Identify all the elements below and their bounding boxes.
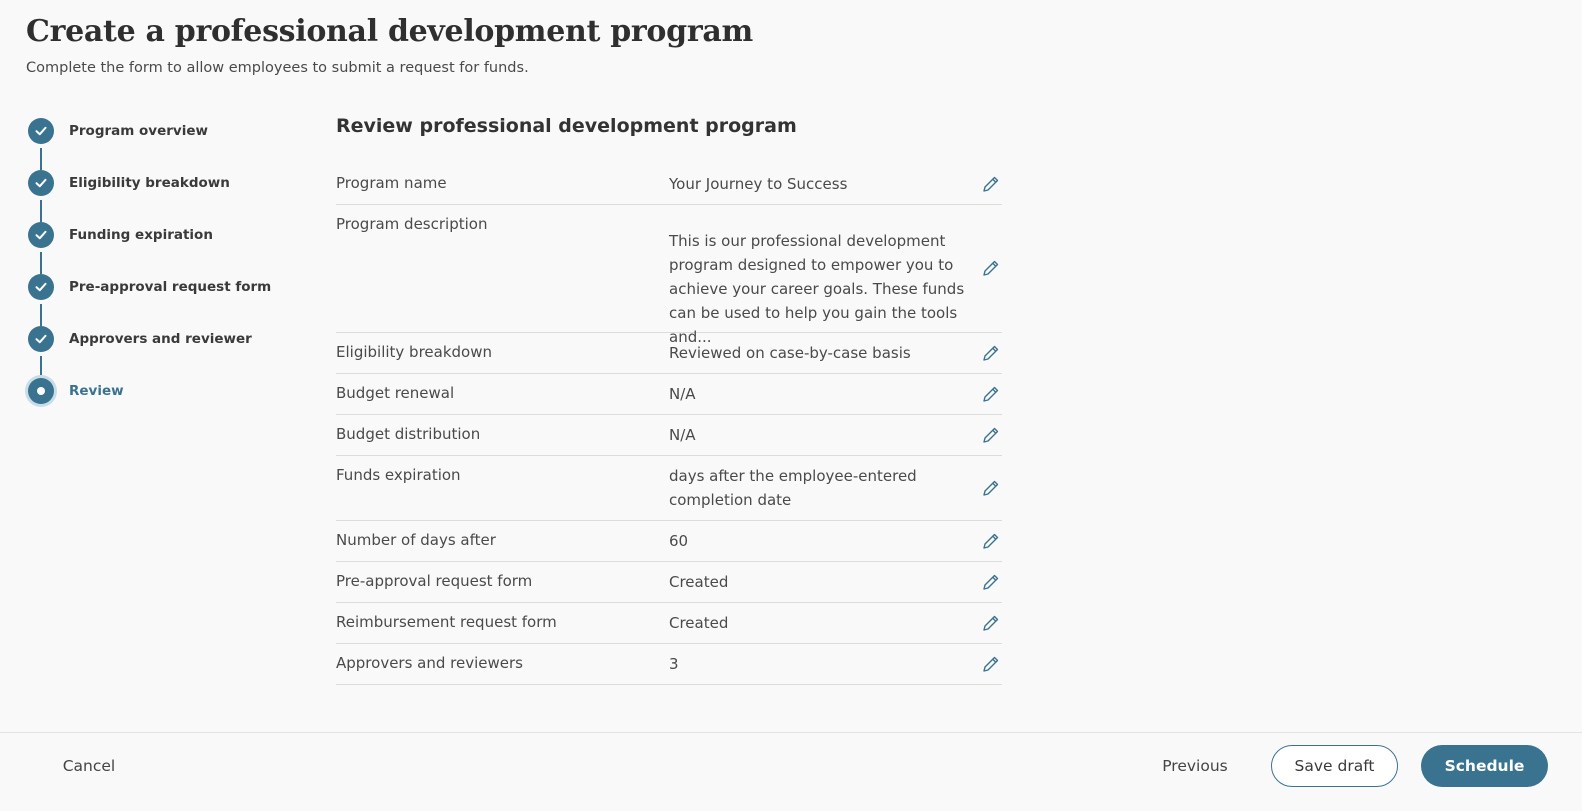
step-program-overview[interactable]: Program overview [28, 118, 288, 144]
step-connector [40, 200, 42, 222]
review-row-approvers-and-reviewers: Approvers and reviewers 3 [336, 644, 1002, 685]
pencil-icon[interactable] [980, 653, 1002, 675]
row-value: 3 [669, 655, 679, 673]
pencil-icon[interactable] [980, 342, 1002, 364]
step-label: Pre-approval request form [69, 279, 272, 295]
row-label: Budget renewal [336, 384, 455, 402]
pencil-icon[interactable] [980, 530, 1002, 552]
step-connector [40, 356, 42, 378]
pencil-icon[interactable] [980, 477, 1002, 499]
row-label: Budget distribution [336, 425, 481, 443]
row-value: This is our professional development pro… [669, 232, 965, 346]
pencil-icon[interactable] [980, 612, 1002, 634]
step-pre-approval-request-form[interactable]: Pre-approval request form [28, 274, 288, 300]
page-subtitle: Complete the form to allow employees to … [26, 60, 529, 76]
review-row-reimbursement-request-form: Reimbursement request form Created [336, 603, 1002, 644]
schedule-button[interactable]: Schedule [1421, 745, 1548, 787]
review-row-number-of-days-after: Number of days after 60 [336, 521, 1002, 562]
step-connector [40, 148, 42, 170]
review-row-budget-distribution: Budget distribution N/A [336, 415, 1002, 456]
pencil-icon[interactable] [980, 173, 1002, 195]
row-value: Reviewed on case-by-case basis [669, 344, 911, 362]
step-label: Program overview [69, 123, 208, 139]
page-title: Create a professional development progra… [26, 14, 753, 49]
save-draft-button[interactable]: Save draft [1271, 745, 1398, 787]
row-label: Reimbursement request form [336, 613, 557, 631]
step-label: Eligibility breakdown [69, 175, 230, 191]
review-row-pre-approval-request-form: Pre-approval request form Created [336, 562, 1002, 603]
check-icon [28, 170, 54, 196]
step-connector [40, 252, 42, 274]
row-value: N/A [669, 426, 696, 444]
review-row-eligibility-breakdown: Eligibility breakdown Reviewed on case-b… [336, 333, 1002, 374]
step-label: Funding expiration [69, 227, 213, 243]
pencil-icon[interactable] [980, 257, 1002, 279]
row-label: Eligibility breakdown [336, 343, 492, 361]
review-table: Program name Your Journey to Success Pro… [336, 164, 1002, 685]
row-value: days after the employee-entered completi… [669, 467, 917, 509]
row-label: Funds expiration [336, 466, 461, 484]
row-value: 60 [669, 532, 689, 550]
step-approvers-and-reviewer[interactable]: Approvers and reviewer [28, 326, 288, 352]
check-icon [28, 274, 54, 300]
current-step-dot-icon [28, 378, 54, 404]
check-icon [28, 326, 54, 352]
cancel-button[interactable]: Cancel [45, 746, 133, 786]
row-label: Program name [336, 174, 447, 192]
step-eligibility-breakdown[interactable]: Eligibility breakdown [28, 170, 288, 196]
review-row-budget-renewal: Budget renewal N/A [336, 374, 1002, 415]
row-value: N/A [669, 385, 696, 403]
pencil-icon[interactable] [980, 383, 1002, 405]
previous-button[interactable]: Previous [1140, 746, 1250, 786]
review-row-program-name: Program name Your Journey to Success [336, 164, 1002, 205]
step-label: Approvers and reviewer [69, 331, 252, 347]
footer-action-bar: Cancel Previous Save draft Schedule [0, 732, 1582, 811]
step-label: Review [69, 383, 124, 399]
row-label: Approvers and reviewers [336, 654, 523, 672]
review-section-title: Review professional development program [336, 115, 797, 137]
step-connector [40, 304, 42, 326]
pencil-icon[interactable] [980, 571, 1002, 593]
row-label: Number of days after [336, 531, 496, 549]
row-value: Your Journey to Success [669, 175, 848, 193]
step-funding-expiration[interactable]: Funding expiration [28, 222, 288, 248]
pencil-icon[interactable] [980, 424, 1002, 446]
row-label: Program description [336, 215, 488, 233]
row-value: Created [669, 614, 729, 632]
review-row-program-description: Program description This is our professi… [336, 205, 1002, 346]
row-label: Pre-approval request form [336, 572, 533, 590]
review-row-funds-expiration: Funds expiration days after the employee… [336, 456, 1002, 521]
check-icon [28, 222, 54, 248]
check-icon [28, 118, 54, 144]
row-value: Created [669, 573, 729, 591]
step-review[interactable]: Review [28, 378, 288, 404]
